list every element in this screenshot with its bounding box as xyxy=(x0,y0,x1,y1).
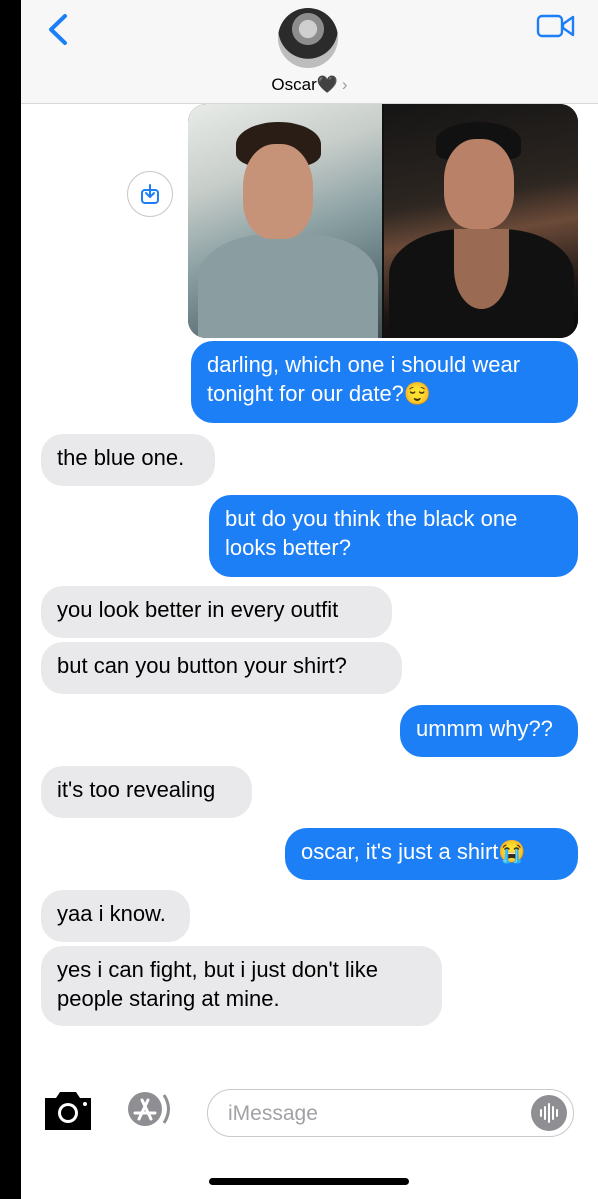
message-input-field[interactable] xyxy=(207,1089,574,1137)
contact-name: Oscar🖤 xyxy=(271,75,338,94)
app-store-icon xyxy=(128,1092,170,1126)
video-camera-icon xyxy=(536,14,575,38)
message-sent[interactable]: darling, which one i should wear tonight… xyxy=(191,341,578,423)
conversation-header: Oscar🖤 › xyxy=(21,0,598,104)
message-received[interactable]: yes i can fight, but i just don't like p… xyxy=(41,946,442,1026)
home-indicator[interactable] xyxy=(209,1178,409,1185)
camera-icon xyxy=(45,1092,91,1130)
message-sent[interactable]: oscar, it's just a shirt😭 xyxy=(285,828,578,880)
message-received[interactable]: it's too revealing xyxy=(41,766,252,818)
app-store-button[interactable] xyxy=(121,1091,179,1127)
messages-screen: Oscar🖤› darling, which one i should wea xyxy=(21,0,598,1199)
back-button[interactable] xyxy=(39,10,79,50)
message-sent[interactable]: but do you think the black one looks bet… xyxy=(209,495,578,577)
photo-black-shirt xyxy=(384,104,578,338)
chevron-right-icon: › xyxy=(341,75,348,94)
contact-avatar[interactable] xyxy=(278,8,338,68)
message-received[interactable]: you look better in every outfit xyxy=(41,586,392,638)
video-call-button[interactable] xyxy=(536,12,576,40)
message-received[interactable]: but can you button your shirt? xyxy=(41,642,402,694)
composer-bar xyxy=(21,1072,598,1154)
photo-blue-shirt xyxy=(188,104,382,338)
camera-button[interactable] xyxy=(41,1088,95,1134)
audio-message-button[interactable] xyxy=(531,1095,567,1131)
message-input[interactable] xyxy=(226,1098,520,1130)
message-received[interactable]: the blue one. xyxy=(41,434,215,486)
photo-attachment[interactable] xyxy=(188,104,578,338)
download-icon xyxy=(141,184,159,204)
chevron-left-icon xyxy=(49,14,67,45)
save-attachment-button[interactable] xyxy=(127,171,173,217)
audio-waveform-icon xyxy=(540,1103,558,1123)
contact-name-button[interactable]: Oscar🖤 › xyxy=(21,75,598,95)
message-received[interactable]: yaa i know. xyxy=(41,890,190,942)
message-sent[interactable]: ummm why?? xyxy=(400,705,578,757)
